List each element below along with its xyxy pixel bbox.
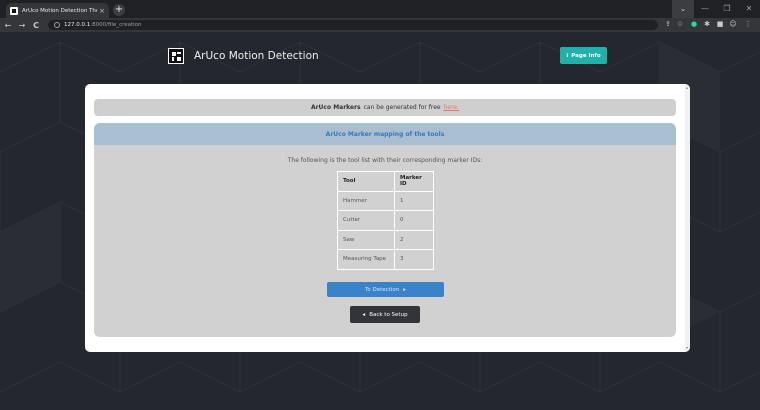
tool-marker-table: Tool Marker ID Hammer 1 Cutter 0 Saw 2 M…	[337, 171, 434, 270]
forward-arrow-icon[interactable]: →	[16, 21, 28, 30]
extension-circle-icon[interactable]: ●	[690, 20, 698, 28]
table-header-row: Tool Marker ID	[337, 171, 434, 192]
arrow-right-icon: ▸	[403, 286, 407, 293]
panel-description: The following is the tool list with thei…	[287, 157, 483, 164]
to-detection-button[interactable]: To Detection ▸	[327, 282, 444, 297]
tab-search-icon[interactable]: ⌄	[672, 0, 694, 18]
scroll-up-icon[interactable]	[686, 87, 688, 89]
address-bar: ← → C 127.0.0.1 :8000/file_creation ⇪ ☆ …	[0, 18, 760, 32]
new-tab-button[interactable]: +	[113, 4, 125, 16]
markers-notice: ArUco Markers can be generated for free …	[94, 99, 676, 116]
restore-icon[interactable]: ❐	[716, 0, 738, 18]
extension-puzzle-icon[interactable]: ✱	[703, 20, 711, 28]
marker-id: 3	[394, 249, 434, 270]
back-to-setup-button[interactable]: ◂ Back to Setup	[350, 306, 420, 323]
tab-close-icon[interactable]: ×	[99, 7, 105, 15]
notice-text: can be generated for free	[363, 104, 441, 111]
column-header-tool: Tool	[337, 171, 395, 192]
sidepanel-icon[interactable]: ■	[716, 20, 724, 28]
card-scrollbar[interactable]	[685, 84, 690, 352]
column-header-marker-id: Marker ID	[394, 171, 434, 192]
tool-name: Cutter	[337, 210, 395, 231]
to-detection-label: To Detection	[364, 286, 400, 293]
tab-title: ArUco Motion Detection Thesis	[22, 7, 97, 14]
bookmark-star-icon[interactable]: ☆	[676, 20, 684, 28]
page-info-button[interactable]: i Page Info	[560, 47, 607, 64]
url-host: 127.0.0.1	[64, 22, 91, 28]
tool-name: Measuring Tape	[337, 249, 395, 270]
menu-kebab-icon[interactable]: ⋮	[744, 20, 752, 28]
share-icon[interactable]: ⇪	[664, 20, 672, 28]
aruco-marker-logo-icon	[168, 48, 184, 64]
back-arrow-icon[interactable]: ←	[2, 21, 14, 30]
marker-id: 1	[394, 190, 434, 211]
generate-markers-link[interactable]: here.	[444, 104, 459, 111]
notice-bold: ArUco Markers	[310, 104, 361, 111]
main-card: ArUco Markers can be generated for free …	[85, 84, 690, 352]
aruco-favicon-icon	[10, 6, 18, 15]
url-path: :8000/file_creation	[90, 22, 142, 28]
back-to-setup-label: Back to Setup	[369, 311, 408, 318]
table-row: Cutter 0	[337, 210, 434, 231]
window-controls: ⌄ — ❐ ✕	[672, 0, 760, 18]
info-icon: i	[566, 52, 569, 59]
mapping-panel: ArUco Marker mapping of the tools The fo…	[94, 123, 676, 337]
tool-name: Hammer	[337, 190, 395, 211]
brand[interactable]: ArUco Motion Detection	[168, 48, 319, 64]
site-info-icon[interactable]	[54, 22, 60, 28]
table-row: Hammer 1	[337, 190, 434, 211]
scroll-down-icon[interactable]	[686, 347, 688, 349]
close-window-icon[interactable]: ✕	[738, 0, 760, 18]
brand-title: ArUco Motion Detection	[194, 50, 319, 62]
reload-icon[interactable]: C	[30, 21, 42, 30]
tool-name: Saw	[337, 229, 395, 250]
panel-title: ArUco Marker mapping of the tools	[94, 123, 676, 145]
marker-id: 2	[394, 229, 434, 250]
profile-avatar-icon[interactable]: ☺	[729, 20, 737, 28]
table-row: Measuring Tape 3	[337, 249, 434, 270]
url-input[interactable]: 127.0.0.1 :8000/file_creation	[48, 20, 658, 30]
browser-tab-bar: ArUco Motion Detection Thesis × + ⌄ — ❐ …	[0, 0, 760, 18]
minimize-icon[interactable]: —	[694, 0, 716, 18]
browser-tab[interactable]: ArUco Motion Detection Thesis ×	[6, 3, 109, 18]
arrow-left-icon: ◂	[362, 311, 366, 318]
page-info-label: Page Info	[571, 52, 601, 59]
marker-id: 0	[394, 210, 434, 231]
table-row: Saw 2	[337, 229, 434, 250]
